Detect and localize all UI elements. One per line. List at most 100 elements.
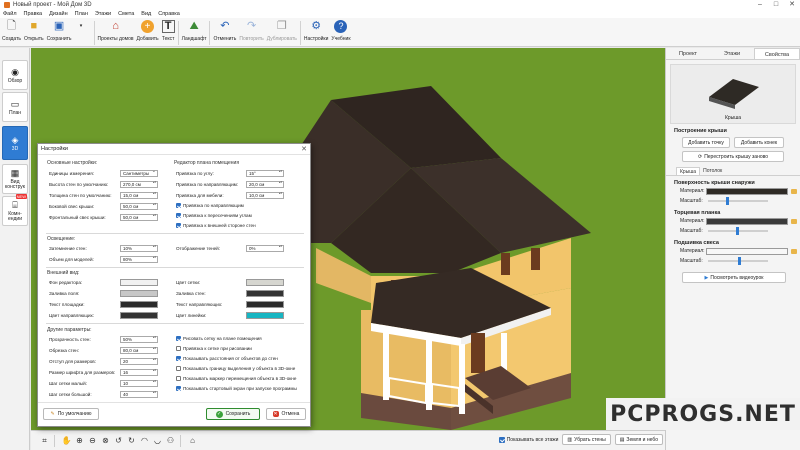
field-fill-swatch[interactable]: [120, 290, 158, 297]
guide-snap-input[interactable]: 20,0 см: [246, 181, 284, 188]
rebuild-roof-button[interactable]: ⟳ Перестроить крышу заново: [682, 151, 784, 162]
grid-large-input[interactable]: 40: [120, 391, 158, 398]
rotate-left-icon[interactable]: ↺: [113, 435, 124, 446]
units-select[interactable]: Сантиметры: [120, 169, 158, 177]
dim-font-size-input[interactable]: 16: [120, 369, 158, 376]
snap-intersections-checkbox[interactable]: Привязка к пересечениям углам: [176, 213, 252, 218]
tutorial-button[interactable]: ? Учебник: [331, 18, 351, 47]
model-volume-input[interactable]: 80%: [120, 256, 158, 263]
create-button[interactable]: 🗋 Создать: [2, 18, 21, 47]
walk-icon[interactable]: ⚇: [165, 435, 176, 446]
pan-hand-icon[interactable]: ✋: [61, 435, 72, 446]
side-overhang-input[interactable]: 50,0 см: [120, 203, 158, 210]
snap-grid-checkbox[interactable]: Привязка к сетке при рисовании: [176, 346, 252, 351]
shadows-input[interactable]: 0%: [246, 245, 284, 252]
menu-floors[interactable]: Этажи: [95, 11, 111, 17]
save-dropdown[interactable]: ▾: [75, 18, 88, 47]
add-button[interactable]: + Добавить: [137, 18, 159, 47]
tilt-down-icon[interactable]: ◡: [152, 435, 163, 446]
grid-small-input[interactable]: 10: [120, 380, 158, 387]
tab-rooms[interactable]: ⌸ Комн-ендии NEW: [2, 194, 28, 226]
minimize-icon[interactable]: –: [752, 0, 768, 10]
furniture-snap-input[interactable]: 10,0 см: [246, 192, 284, 199]
show-start-screen-checkbox[interactable]: Показывать стартовый экран при запуске п…: [176, 386, 297, 391]
maximize-icon[interactable]: □: [768, 0, 784, 10]
save-button[interactable]: ▣ Сохранить: [47, 18, 72, 47]
editor-bg-swatch[interactable]: [120, 279, 158, 286]
rotate-right-icon[interactable]: ↻: [126, 435, 137, 446]
subtab-roof[interactable]: Крыша: [676, 167, 701, 175]
zoom-in-icon[interactable]: ⊕: [74, 435, 85, 446]
grid-color-swatch[interactable]: [246, 279, 284, 286]
guides-text-swatch[interactable]: [246, 301, 284, 308]
soffit-scale-slider[interactable]: [708, 257, 768, 265]
wall-cut-input[interactable]: 80,0 см: [120, 347, 158, 354]
subtab-ceiling[interactable]: Потолок: [700, 167, 725, 175]
landscape-button[interactable]: ⛰ Ландшафт: [182, 18, 207, 47]
remove-walls-button[interactable]: ▥ Убрать стены: [562, 434, 611, 445]
save-settings-button[interactable]: ✓ Сохранить: [206, 408, 260, 420]
folder-icon[interactable]: [791, 218, 797, 224]
watch-video-button[interactable]: ▶ Посмотреть видеоурок: [682, 272, 786, 283]
wall-transparency-input[interactable]: 50%: [120, 336, 158, 343]
wall-shading-input[interactable]: 10%: [120, 245, 158, 252]
redo-button[interactable]: ↷ Повторить: [239, 18, 263, 47]
text-button[interactable]: T Текст: [161, 18, 175, 47]
zoom-fit-icon[interactable]: ⊗: [100, 435, 111, 446]
snap-outer-walls-checkbox[interactable]: Привязка к внешней стороне стен: [176, 223, 256, 228]
menu-file[interactable]: Файл: [3, 11, 17, 17]
close-window-icon[interactable]: ✕: [784, 0, 800, 10]
folder-icon[interactable]: [791, 188, 797, 194]
open-button[interactable]: ■ Открыть: [24, 18, 44, 47]
tab-plan[interactable]: ▭ План: [2, 92, 28, 122]
menu-help[interactable]: Справка: [158, 11, 180, 17]
front-overhang-input[interactable]: 50,0 см: [120, 214, 158, 221]
angle-snap-input[interactable]: 15°: [246, 170, 284, 177]
tilt-up-icon[interactable]: ◠: [139, 435, 150, 446]
cancel-button[interactable]: ✕ Отмена: [266, 408, 306, 420]
tab-properties[interactable]: Свойства: [754, 48, 800, 59]
outer-material-swatch[interactable]: [706, 187, 788, 195]
folder-icon[interactable]: [791, 248, 797, 254]
wall-height-input[interactable]: 270,0 см: [120, 181, 158, 188]
menu-edit[interactable]: Правка: [24, 11, 43, 17]
area-text-swatch[interactable]: [120, 301, 158, 308]
show-distances-checkbox[interactable]: Показывать расстояния от объектов до сте…: [176, 356, 278, 361]
structure-icon: ▦: [10, 168, 20, 178]
fascia-scale-slider[interactable]: [708, 227, 768, 235]
wall-fill-swatch[interactable]: [246, 290, 284, 297]
settings-button[interactable]: ⚙ Настройки: [304, 18, 329, 47]
menu-plan[interactable]: План: [75, 11, 88, 17]
menu-design[interactable]: Дизайн: [49, 11, 68, 17]
menu-estimate[interactable]: Смета: [118, 11, 134, 17]
undo-button[interactable]: ↶ Отменить: [213, 18, 236, 47]
fascia-material-swatch[interactable]: [706, 217, 788, 225]
tab-structure[interactable]: ▦ Вид конструк: [2, 164, 28, 194]
home-view-icon[interactable]: ⌂: [187, 435, 198, 446]
earth-sky-button[interactable]: ▤ Земля и небо: [614, 434, 663, 445]
guides-color-swatch[interactable]: [120, 312, 158, 319]
draw-grid-checkbox[interactable]: Рисовать сетку на плане помещения: [176, 336, 262, 341]
show-move-marker-checkbox[interactable]: Показывать маркер перемещения объекта в …: [176, 376, 296, 381]
snap-guides-checkbox[interactable]: Привязка по направляющим: [176, 203, 244, 208]
add-ridge-button[interactable]: Добавить конек: [734, 137, 784, 148]
close-icon[interactable]: ✕: [301, 145, 307, 153]
tab-floors[interactable]: Этажи: [710, 48, 754, 59]
show-selection-border-checkbox[interactable]: Показывать границу выделения у объекта в…: [176, 366, 295, 371]
fit-view-icon[interactable]: ⌗: [39, 435, 50, 446]
menu-view[interactable]: Вид: [141, 11, 151, 17]
duplicate-button[interactable]: ❐ Дублировать: [267, 18, 297, 47]
soffit-material-swatch[interactable]: [706, 247, 788, 255]
show-all-floors-checkbox[interactable]: [498, 436, 505, 443]
ruler-color-swatch[interactable]: [246, 312, 284, 319]
outer-scale-slider[interactable]: [708, 197, 768, 205]
tab-overview[interactable]: ◉ Обзор: [2, 60, 28, 90]
tab-3d[interactable]: ◈ 3D: [2, 126, 28, 160]
dim-offset-input[interactable]: 20: [120, 358, 158, 365]
wall-thickness-input[interactable]: 15,0 см: [120, 192, 158, 199]
defaults-button[interactable]: ✎ По умолчанию: [43, 408, 99, 420]
add-point-button[interactable]: Добавить точку: [682, 137, 730, 148]
house-projects-button[interactable]: ⌂ Проекты домов: [98, 18, 134, 47]
zoom-out-icon[interactable]: ⊖: [87, 435, 98, 446]
tab-project[interactable]: Проект: [666, 48, 710, 59]
